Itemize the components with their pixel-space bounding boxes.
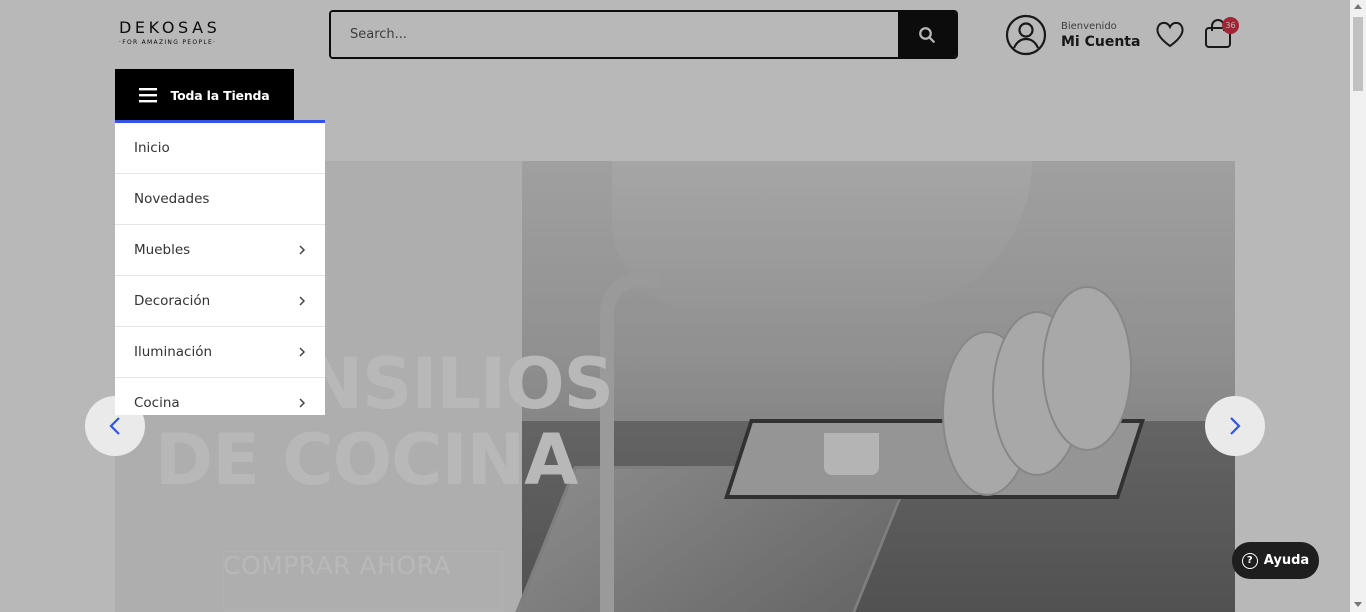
menu-item-label: Novedades (134, 191, 210, 207)
help-label: Ayuda (1263, 553, 1310, 568)
menu-item-iluminacion[interactable]: Iluminación (115, 327, 325, 378)
menu-item-label: Muebles (134, 242, 191, 258)
help-button[interactable]: ? Ayuda (1232, 542, 1319, 579)
scroll-up-arrow-icon[interactable] (1354, 4, 1362, 9)
chevron-right-icon (299, 347, 306, 357)
chevron-left-icon (109, 417, 120, 435)
chevron-right-icon (1230, 417, 1241, 435)
question-icon: ? (1241, 552, 1258, 569)
menu-item-label: Decoración (134, 293, 211, 309)
chevron-right-icon (299, 245, 306, 255)
chevron-right-icon (299, 296, 306, 306)
menu-item-label: Iluminación (134, 344, 213, 360)
page: DEKOSAS ·FOR AMAZING PEOPLE· Bienvenido … (0, 0, 1350, 612)
menu-item-muebles[interactable]: Muebles (115, 225, 325, 276)
menu-item-decoracion[interactable]: Decoración (115, 276, 325, 327)
scroll-thumb[interactable] (1353, 17, 1363, 91)
menu-icon (139, 88, 158, 103)
all-store-button[interactable]: Toda la Tienda (115, 69, 294, 121)
scroll-down-arrow-icon[interactable] (1354, 602, 1362, 607)
carousel-next-button[interactable] (1205, 396, 1265, 456)
category-menu: Inicio Novedades Muebles Decoración Ilum… (115, 123, 325, 415)
all-store-label: Toda la Tienda (170, 87, 270, 103)
menu-item-inicio[interactable]: Inicio (115, 123, 325, 174)
chevron-right-icon (299, 398, 306, 408)
page-scrollbar[interactable] (1350, 0, 1366, 612)
menu-item-label: Cocina (134, 395, 180, 411)
menu-item-cocina[interactable]: Cocina (115, 378, 325, 415)
menu-item-label: Inicio (134, 140, 170, 156)
menu-item-novedades[interactable]: Novedades (115, 174, 325, 225)
